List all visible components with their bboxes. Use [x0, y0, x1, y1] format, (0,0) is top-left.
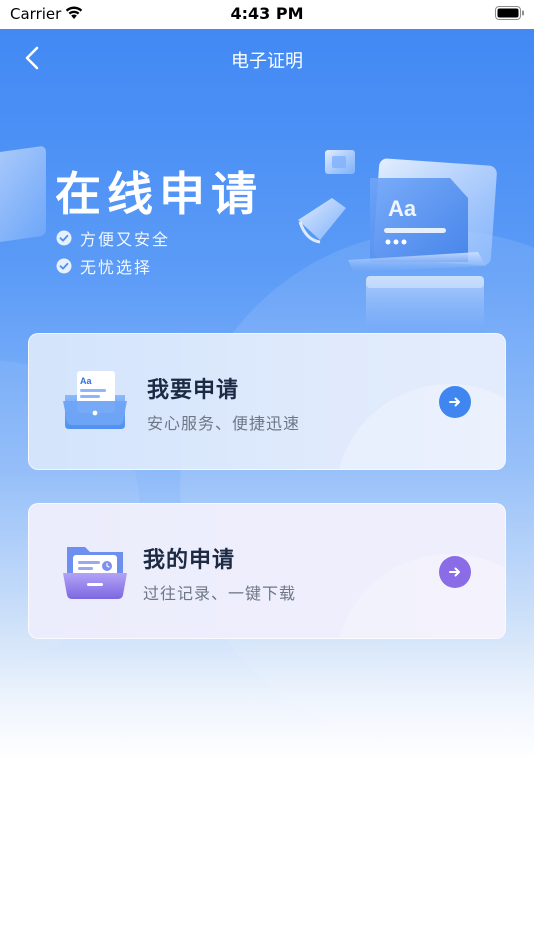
card-decoration [335, 554, 505, 638]
card-title: 我要申请 [147, 378, 240, 403]
card-decoration [335, 384, 505, 469]
screen: Carrier 4:43 PM 电子证明 在线申请 方便又安全 无忧选择 Aa … [0, 0, 534, 950]
navigation-bar: 电子证明 [0, 29, 534, 87]
status-bar: Carrier 4:43 PM [0, 0, 534, 29]
feature-label: 无忧选择 [80, 258, 153, 277]
document-illustration: Aa [298, 150, 497, 336]
feature-label: 方便又安全 [80, 230, 171, 249]
battery-icon [495, 6, 524, 20]
folder-tray-icon [63, 547, 127, 599]
arrow-right-icon [449, 397, 460, 407]
check-circle-icon [56, 258, 72, 274]
svg-text:Aa: Aa [80, 376, 92, 386]
arrow-right-button[interactable] [439, 556, 471, 588]
page-title: 电子证明 [231, 51, 303, 72]
arrow-right-button[interactable] [439, 386, 471, 418]
document-tray-icon: Aa [63, 371, 127, 429]
svg-text:Aa: Aa [388, 196, 417, 221]
apply-card[interactable]: Aa 我要申请 安心服务、便捷迅速 [28, 333, 506, 470]
check-circle-icon [56, 230, 72, 246]
feature-item: 无忧选择 [56, 254, 152, 278]
card-subtitle: 过往记录、一键下载 [143, 584, 297, 603]
feature-item: 方便又安全 [56, 226, 170, 250]
clock: 4:43 PM [230, 4, 304, 23]
card-subtitle: 安心服务、便捷迅速 [147, 414, 301, 433]
card-title: 我的申请 [143, 548, 236, 573]
glass-cube-decoration [0, 145, 46, 245]
arrow-right-icon [449, 567, 460, 577]
hero-title: 在线申请 [55, 167, 263, 221]
my-applications-card[interactable]: 我的申请 过往记录、一键下载 [28, 503, 506, 639]
